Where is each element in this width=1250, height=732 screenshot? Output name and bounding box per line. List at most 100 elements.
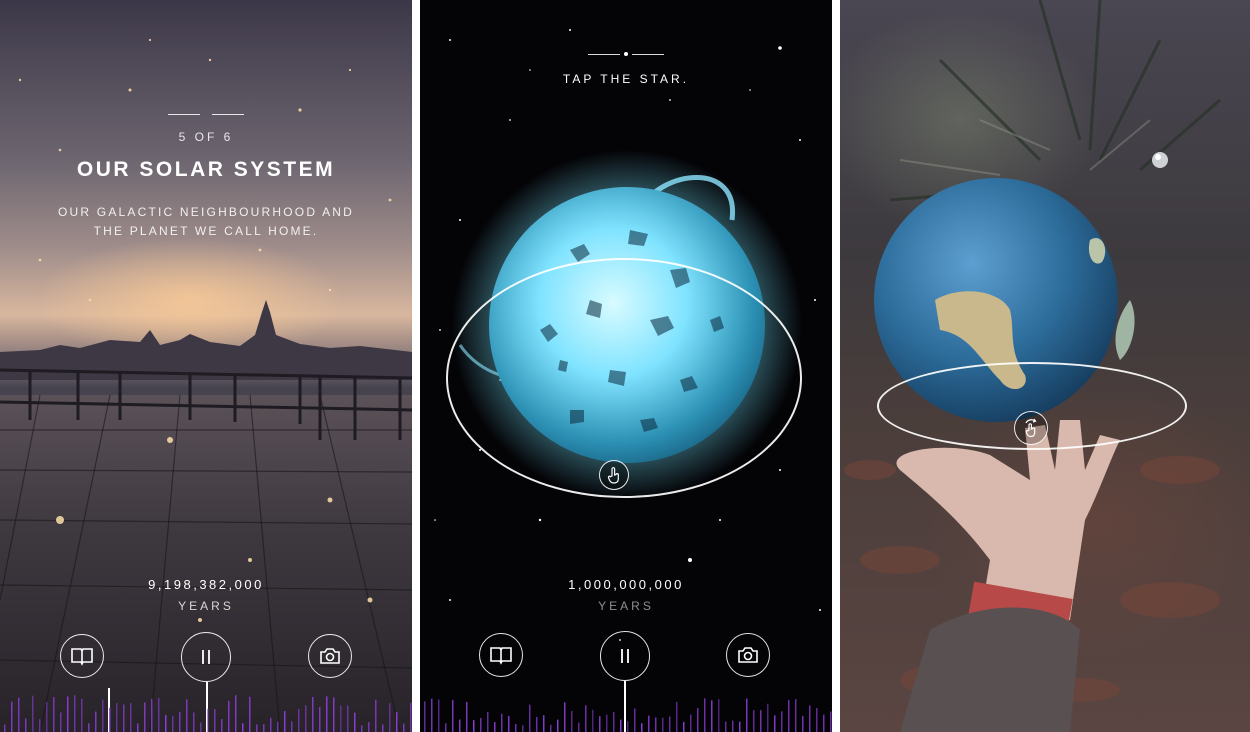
info-book-button[interactable] — [60, 634, 104, 678]
timeline-bar — [732, 720, 734, 732]
timeline-bar — [235, 695, 237, 732]
camera-button[interactable] — [726, 633, 770, 677]
timeline-bar — [746, 698, 748, 732]
timeline-bar — [130, 703, 132, 732]
timeline-bar — [389, 703, 391, 732]
timeline-bar — [816, 707, 818, 732]
timeline-bar — [410, 702, 412, 732]
timeline-bar — [662, 717, 664, 732]
timeline-bar — [676, 701, 678, 732]
timeline-bar — [214, 709, 216, 732]
timeline-bar — [60, 712, 62, 732]
years-label: YEARS — [598, 599, 654, 613]
screen-ar-earth — [840, 0, 1250, 732]
info-book-button[interactable] — [479, 633, 523, 677]
timeline-bar — [179, 711, 181, 732]
timeline-bar — [522, 725, 524, 732]
timeline-bar — [550, 724, 552, 732]
timeline-bar — [823, 714, 825, 732]
years-counter: 9,198,382,000 — [148, 577, 264, 592]
timeline-bar — [39, 719, 41, 732]
timeline-bar — [739, 721, 741, 732]
timeline-bar — [508, 715, 510, 732]
timeline-bar — [18, 697, 20, 732]
timeline-bar — [4, 724, 6, 732]
timeline-bar — [333, 697, 335, 732]
timeline-bar — [88, 723, 90, 732]
timeline-bar — [774, 715, 776, 732]
timeline-bar — [32, 695, 34, 732]
timeline-bar — [263, 724, 265, 732]
rotate-hint-button[interactable] — [1014, 411, 1048, 445]
timeline-bar — [578, 722, 580, 732]
timeline-bar — [704, 698, 706, 732]
pause-button[interactable] — [181, 632, 231, 682]
timeline-bar — [396, 711, 398, 732]
pause-icon — [618, 647, 632, 665]
timeline-bar — [361, 725, 363, 732]
timeline-bar — [809, 705, 811, 732]
tap-hand-icon — [606, 466, 622, 484]
years-counter: 1,000,000,000 — [568, 577, 684, 592]
timeline-bar — [655, 717, 657, 732]
timeline-bar — [123, 704, 125, 732]
timeline-bar — [571, 711, 573, 732]
timeline-bar — [368, 722, 370, 732]
camera-button[interactable] — [308, 634, 352, 678]
timeline-waveform[interactable] — [420, 694, 832, 732]
timeline-bar — [291, 721, 293, 732]
timeline-bar — [599, 716, 601, 732]
timeline-bar — [354, 712, 356, 732]
timeline-bar — [326, 696, 328, 732]
timeline-bar — [137, 723, 139, 732]
instruction-text: TAP THE STAR. — [562, 72, 690, 86]
timeline-bar — [634, 708, 636, 732]
timeline-bar — [158, 697, 160, 732]
timeline-bar — [11, 701, 13, 732]
timeline-bar — [725, 721, 727, 732]
timeline-bar — [249, 696, 251, 732]
timeline-bar — [753, 710, 755, 732]
timeline-bar — [298, 709, 300, 732]
pause-button[interactable] — [600, 631, 650, 681]
timeline-bar — [452, 699, 454, 732]
timeline-waveform[interactable] — [0, 690, 412, 732]
timeline-bar — [788, 699, 790, 732]
subtitle-line-1: OUR GALACTIC NEIGHBOURHOOD AND — [57, 205, 355, 219]
timeline-bar — [81, 698, 83, 732]
progress-dash-left — [168, 114, 200, 115]
timeline-bar — [592, 709, 594, 732]
timeline-bar — [305, 705, 307, 732]
timeline-bar — [270, 717, 272, 732]
timeline-bar — [641, 723, 643, 732]
page-title: OUR SOLAR SYSTEM — [76, 158, 336, 181]
timeline-bar — [564, 702, 566, 732]
timeline-bar — [683, 721, 685, 732]
timeline-bar — [200, 722, 202, 732]
timeline-bar — [480, 718, 482, 732]
timeline-bar — [403, 723, 405, 732]
timeline-bar — [760, 710, 762, 732]
interaction-ring — [446, 258, 802, 498]
timeline-bar — [459, 719, 461, 732]
progress-dash-left — [588, 54, 620, 55]
timeline-bar — [529, 704, 531, 732]
timeline-bar — [172, 716, 174, 732]
book-icon — [489, 645, 513, 665]
camera-icon — [737, 646, 759, 664]
timeline-bar — [74, 695, 76, 732]
book-icon — [70, 646, 94, 666]
timeline-bar — [382, 724, 384, 732]
timeline-bar — [144, 702, 146, 732]
step-indicator: 5 OF 6 — [178, 130, 234, 144]
timeline-bar — [781, 711, 783, 732]
timeline-bar — [466, 701, 468, 732]
timeline-bar — [151, 698, 153, 732]
timeline-bar — [620, 719, 622, 732]
timeline-bar — [116, 703, 118, 732]
rotate-hand-icon — [1022, 418, 1040, 438]
tap-hint-button[interactable] — [599, 460, 629, 490]
timeline-bar — [613, 712, 615, 732]
timeline-bar — [536, 717, 538, 732]
timeline-bar — [67, 696, 69, 732]
